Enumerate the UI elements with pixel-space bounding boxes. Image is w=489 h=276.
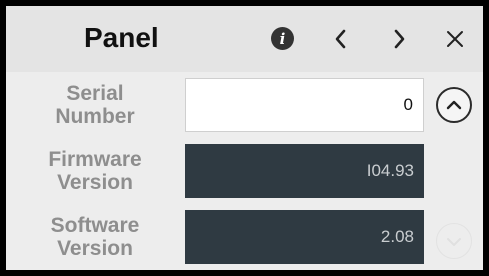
scroll-up-button[interactable] [436,87,472,123]
row-firmware-version: Firmware Version I04.93 [6,138,424,204]
row-software-version: Software Version 2.08 [6,204,424,270]
software-version-value: 2.08 [185,210,424,264]
label-line: Serial [66,82,124,105]
label-line: Version [57,171,133,194]
firmware-version-label: Firmware Version [6,138,184,204]
label-line: Firmware [48,148,142,171]
chevron-down-icon [447,238,461,246]
row-serial-number: Serial Number 0 [6,72,424,138]
serial-number-label: Serial Number [6,72,184,138]
software-version-label: Software Version [6,204,184,270]
chevron-left-icon[interactable] [326,24,356,54]
panel-title: Panel [84,22,159,53]
property-list: Serial Number 0 Firmware Version I04.93 … [6,72,424,270]
serial-number-field[interactable]: 0 [185,78,424,132]
panel-header: Panel i [6,6,483,72]
label-line: Version [57,237,133,260]
scroll-down-button[interactable] [436,223,472,259]
label-line: Software [50,214,140,237]
info-icon[interactable]: i [271,27,294,50]
firmware-version-value: I04.93 [185,144,424,198]
scroll-column [424,72,483,270]
chevron-up-icon [446,100,462,110]
label-line: Number [55,105,135,128]
close-icon[interactable] [440,24,470,54]
panel: Panel i Serial Number 0 Firmware Version… [6,6,483,270]
chevron-right-icon[interactable] [384,24,414,54]
